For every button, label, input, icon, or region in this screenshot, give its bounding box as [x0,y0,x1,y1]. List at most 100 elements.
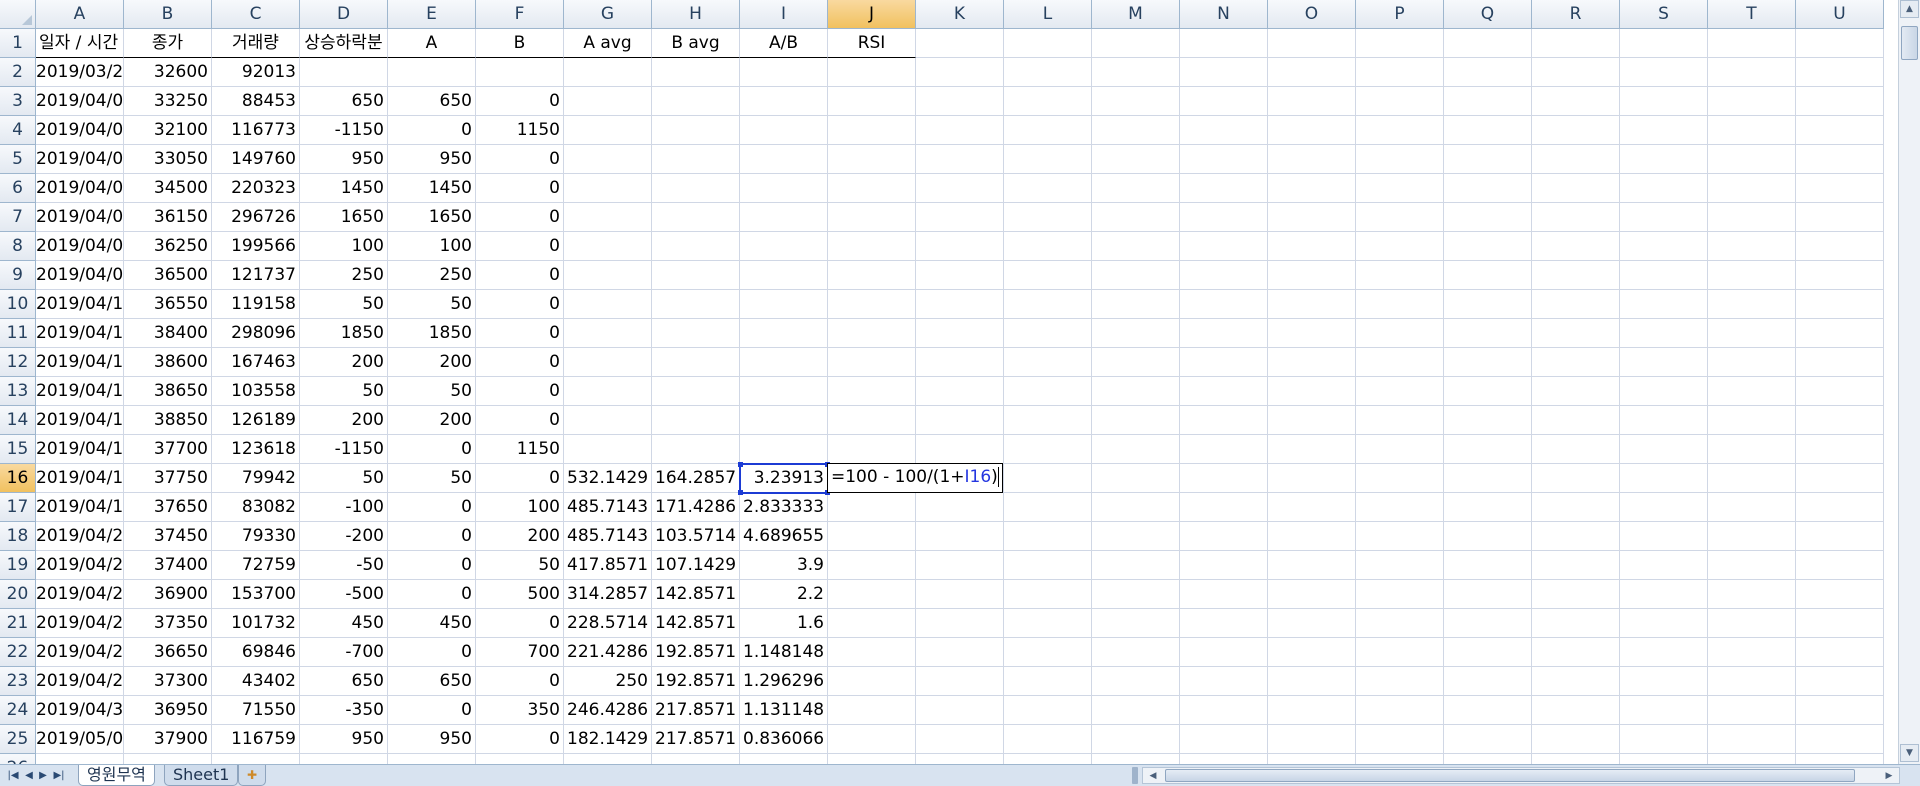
column-header-f[interactable]: F [476,0,564,29]
empty-cell[interactable] [1180,696,1268,725]
value-cell[interactable]: 296726 [212,203,300,232]
date-cell[interactable]: 2019/04/24 [36,580,124,609]
empty-cell[interactable] [828,493,916,522]
empty-cell[interactable] [1356,638,1444,667]
empty-cell[interactable] [1004,493,1092,522]
empty-cell[interactable] [1532,174,1620,203]
empty-cell[interactable] [916,638,1004,667]
row-header[interactable]: 2 [0,58,36,87]
value-cell[interactable] [300,58,388,87]
value-cell[interactable]: 0 [476,203,564,232]
empty-cell[interactable] [828,319,916,348]
value-cell[interactable]: 650 [388,87,476,116]
value-cell[interactable]: 50 [476,551,564,580]
value-cell[interactable]: 532.1429 [564,464,652,493]
value-cell[interactable]: 700 [476,638,564,667]
empty-cell[interactable] [1092,406,1180,435]
empty-cell[interactable] [1444,435,1532,464]
empty-cell[interactable] [1708,348,1796,377]
value-cell[interactable]: 250 [564,667,652,696]
value-cell[interactable]: -50 [300,551,388,580]
empty-cell[interactable] [1532,464,1620,493]
empty-cell[interactable] [1268,29,1356,58]
value-cell[interactable]: 142.8571 [652,580,740,609]
value-cell[interactable]: 33250 [124,87,212,116]
date-cell[interactable]: 2019/04/29 [36,667,124,696]
empty-cell[interactable] [1356,580,1444,609]
empty-cell[interactable] [916,319,1004,348]
empty-cell[interactable] [1444,174,1532,203]
value-cell[interactable]: 200 [476,522,564,551]
value-cell[interactable]: 92013 [212,58,300,87]
empty-cell[interactable] [1620,290,1708,319]
empty-cell[interactable] [916,174,1004,203]
empty-cell[interactable] [1092,435,1180,464]
column-header-r[interactable]: R [1532,0,1620,29]
date-cell[interactable]: 2019/04/25 [36,609,124,638]
empty-cell[interactable] [1180,580,1268,609]
value-cell[interactable]: 119158 [212,290,300,319]
empty-cell[interactable] [1356,522,1444,551]
empty-cell[interactable] [1356,493,1444,522]
empty-cell[interactable] [1092,609,1180,638]
empty-cell[interactable] [1444,522,1532,551]
empty-cell[interactable] [1356,203,1444,232]
value-cell[interactable]: 50 [388,464,476,493]
empty-cell[interactable] [1356,696,1444,725]
value-cell[interactable] [564,377,652,406]
empty-cell[interactable] [1268,696,1356,725]
empty-cell[interactable] [1092,348,1180,377]
empty-cell[interactable] [1004,725,1092,754]
value-cell[interactable]: 100 [300,232,388,261]
empty-cell[interactable] [212,754,300,764]
empty-cell[interactable] [1796,261,1884,290]
empty-cell[interactable] [1004,261,1092,290]
empty-cell[interactable] [1180,406,1268,435]
value-cell[interactable]: 103558 [212,377,300,406]
empty-cell[interactable] [916,116,1004,145]
column-header-h[interactable]: H [652,0,740,29]
value-cell[interactable]: 0 [388,435,476,464]
empty-cell[interactable] [1356,551,1444,580]
empty-cell[interactable] [1356,261,1444,290]
empty-cell[interactable] [1620,58,1708,87]
value-cell[interactable]: 4.689655 [740,522,828,551]
empty-cell[interactable] [1268,609,1356,638]
row-header[interactable]: 20 [0,580,36,609]
value-cell[interactable] [652,174,740,203]
value-cell[interactable] [652,87,740,116]
empty-cell[interactable] [1532,348,1620,377]
empty-cell[interactable] [1620,696,1708,725]
empty-cell[interactable] [1796,754,1884,764]
value-cell[interactable]: 167463 [212,348,300,377]
empty-cell[interactable] [1532,667,1620,696]
empty-cell[interactable] [1532,522,1620,551]
empty-cell[interactable] [1268,667,1356,696]
empty-cell[interactable] [1532,754,1620,764]
column-header-q[interactable]: Q [1444,0,1532,29]
empty-cell[interactable] [1268,435,1356,464]
empty-cell[interactable] [1356,116,1444,145]
value-cell[interactable]: 50 [300,290,388,319]
empty-cell[interactable] [1620,377,1708,406]
row-header[interactable]: 3 [0,87,36,116]
date-cell[interactable]: 2019/04/16 [36,406,124,435]
empty-cell[interactable] [1268,638,1356,667]
empty-cell[interactable] [1620,435,1708,464]
column-header-o[interactable]: O [1268,0,1356,29]
empty-cell[interactable] [1092,464,1180,493]
value-cell[interactable]: 217.8571 [652,696,740,725]
value-cell[interactable]: 1650 [300,203,388,232]
empty-cell[interactable] [1620,580,1708,609]
empty-cell[interactable] [1796,348,1884,377]
empty-cell[interactable] [1796,725,1884,754]
empty-cell[interactable] [1796,696,1884,725]
empty-cell[interactable] [1268,348,1356,377]
value-cell[interactable] [652,145,740,174]
empty-cell[interactable] [1356,377,1444,406]
value-cell[interactable]: -100 [300,493,388,522]
value-cell[interactable]: 79330 [212,522,300,551]
empty-cell[interactable] [1708,493,1796,522]
value-cell[interactable] [652,290,740,319]
empty-cell[interactable] [1444,609,1532,638]
